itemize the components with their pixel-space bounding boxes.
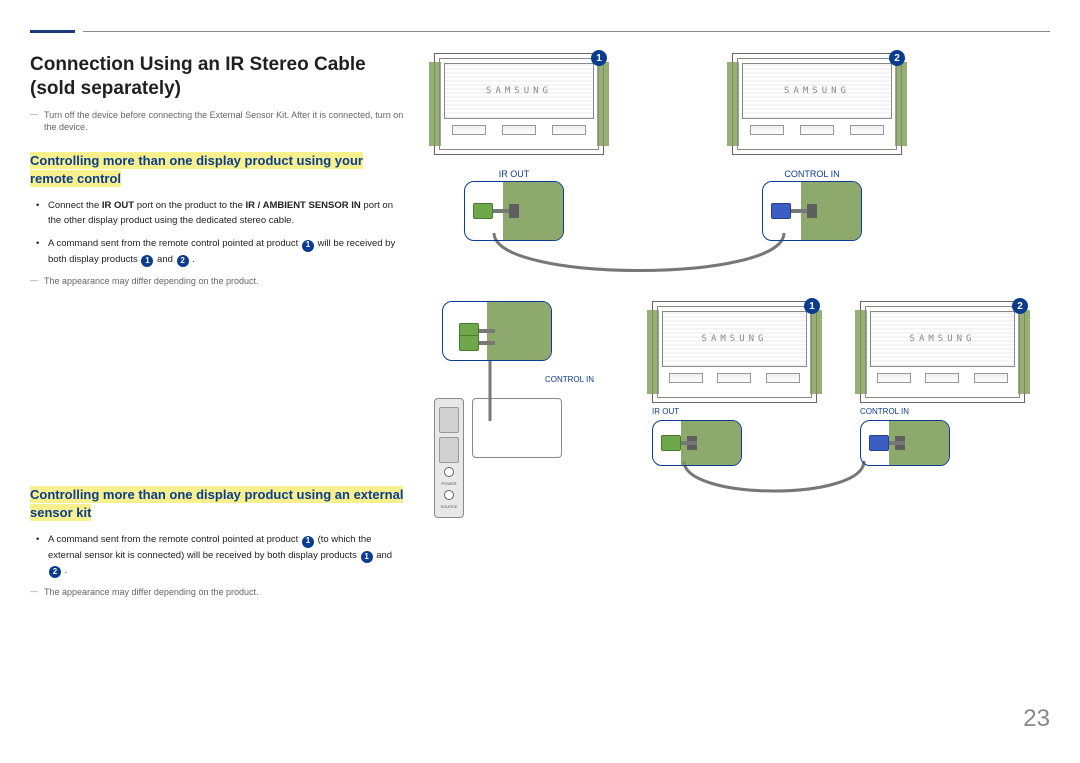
brand-text: SAMSUNG bbox=[784, 86, 850, 96]
text-column: Connection Using an IR Stereo Cable (sol… bbox=[30, 53, 406, 609]
plug-green-icon bbox=[661, 435, 697, 451]
port-control-in-fig2 bbox=[860, 420, 950, 466]
port-label-ir-out-small: IR OUT bbox=[652, 407, 842, 416]
plug-blue-icon bbox=[869, 435, 905, 451]
page-number: 23 bbox=[1023, 705, 1050, 733]
section1-bullet1: Connect the IR OUT port on the product t… bbox=[48, 198, 406, 228]
section1-heading: Controlling more than one display produc… bbox=[30, 152, 406, 188]
figure-2: CONTROL IN POWER SOURCE bbox=[434, 301, 1050, 518]
section1-bullet2: A command sent from the remote control p… bbox=[48, 236, 406, 267]
brand-text: SAMSUNG bbox=[486, 86, 552, 96]
section1-list: Connect the IR OUT port on the product t… bbox=[30, 198, 406, 267]
port-ir-out-fig2 bbox=[652, 420, 742, 466]
section2-note: The appearance may differ depending on t… bbox=[30, 586, 406, 599]
badge-1-icon: 1 bbox=[361, 551, 373, 563]
port-control-in bbox=[762, 181, 862, 241]
note-top: Turn off the device before connecting th… bbox=[30, 109, 406, 134]
badge-2-icon: 2 bbox=[49, 566, 61, 578]
section2-heading: Controlling more than one display produc… bbox=[30, 486, 406, 522]
section2-list: A command sent from the remote control p… bbox=[30, 532, 406, 578]
plug-green-icon bbox=[459, 335, 495, 351]
external-sensor-port bbox=[442, 301, 552, 361]
figure-1: SAMSUNG 1 IR OUT bbox=[434, 53, 1050, 241]
section1-note: The appearance may differ depending on t… bbox=[30, 275, 406, 288]
badge-1-icon: 1 bbox=[302, 240, 314, 252]
display-2: SAMSUNG 2 bbox=[732, 53, 902, 155]
display-1: SAMSUNG 1 bbox=[434, 53, 604, 155]
plug-blue-icon bbox=[771, 203, 807, 219]
display-2-fig2: SAMSUNG 2 bbox=[860, 301, 1025, 403]
badge-2-icon: 2 bbox=[1012, 298, 1028, 314]
badge-1-icon: 1 bbox=[804, 298, 820, 314]
brand-text: SAMSUNG bbox=[702, 334, 768, 344]
rule-thin bbox=[83, 31, 1050, 32]
section2-bullet1: A command sent from the remote control p… bbox=[48, 532, 406, 578]
badge-2-icon: 2 bbox=[177, 255, 189, 267]
page-title: Connection Using an IR Stereo Cable (sol… bbox=[30, 53, 406, 101]
port-ir-out bbox=[464, 181, 564, 241]
remote-control-icon: POWER SOURCE bbox=[434, 398, 464, 518]
port-label-control-in: CONTROL IN bbox=[752, 169, 872, 179]
header-rule bbox=[30, 30, 1050, 33]
badge-2-icon: 2 bbox=[889, 50, 905, 66]
display-1-fig2: SAMSUNG 1 bbox=[652, 301, 817, 403]
port-label-control-in-small: CONTROL IN bbox=[434, 375, 594, 384]
port-label-ir-out: IR OUT bbox=[454, 169, 574, 179]
display-box-icon bbox=[472, 398, 562, 458]
plug-green-icon bbox=[473, 203, 509, 219]
port-label-control-in-small2: CONTROL IN bbox=[860, 407, 1050, 416]
badge-1-icon: 1 bbox=[141, 255, 153, 267]
brand-text: SAMSUNG bbox=[910, 334, 976, 344]
badge-1-icon: 1 bbox=[591, 50, 607, 66]
rule-thick bbox=[30, 30, 75, 33]
diagram-column: SAMSUNG 1 IR OUT bbox=[434, 53, 1050, 609]
badge-1-icon: 1 bbox=[302, 536, 314, 548]
